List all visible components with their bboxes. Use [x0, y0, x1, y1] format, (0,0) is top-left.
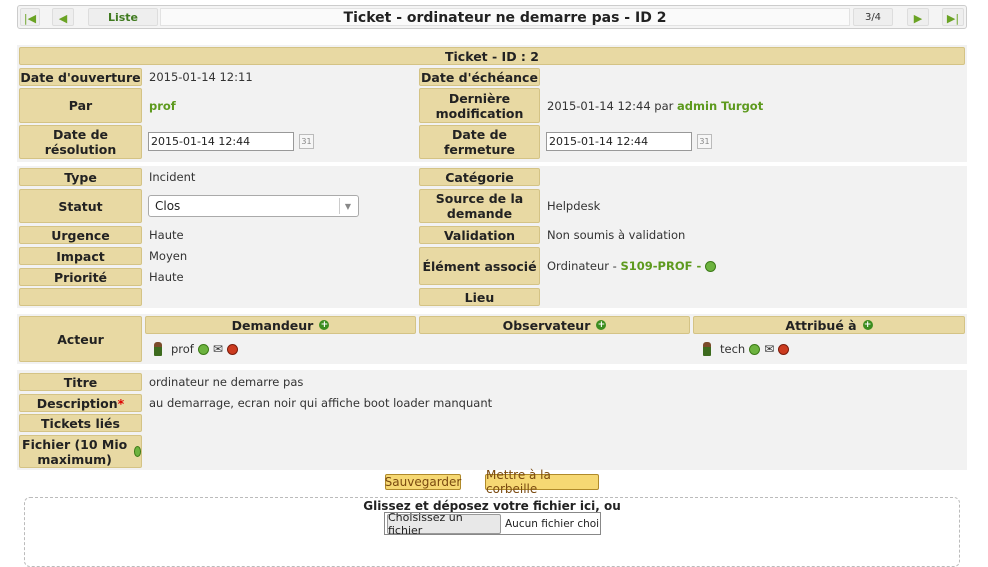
- navigation-bar: |◀ ◀ Liste Ticket - ordinateur ne demarr…: [17, 5, 967, 29]
- empty-label-cell: [19, 288, 142, 306]
- opening-date-label: Date d'ouverture: [19, 68, 142, 86]
- user-icon: [703, 342, 711, 356]
- requester-name: prof: [171, 342, 194, 356]
- file-label-cell: Fichier (10 Mio maximum): [19, 435, 142, 468]
- ticket-counter: 3/4: [853, 8, 893, 26]
- first-arrow-icon: |◀: [23, 12, 37, 25]
- search-icon[interactable]: [749, 343, 761, 355]
- prev-arrow-icon: ◀: [58, 12, 68, 25]
- no-file-text: Aucun fichier choisi: [505, 517, 599, 530]
- ticket-header: Ticket - ID : 2: [19, 47, 965, 65]
- opening-date-value: 2015-01-14 12:11: [149, 70, 253, 84]
- category-label: Catégorie: [419, 168, 540, 186]
- description-label-cell: Description *: [19, 394, 142, 412]
- chevron-down-icon: ▼: [339, 198, 356, 214]
- list-link[interactable]: Liste: [88, 8, 158, 26]
- closing-date-label: Date de fermeture: [419, 125, 540, 159]
- status-label: Statut: [19, 189, 142, 223]
- trash-button[interactable]: Mettre à la corbeille: [485, 468, 599, 496]
- validation-value: Non soumis à validation: [547, 228, 686, 242]
- impact-label: Impact: [19, 247, 142, 265]
- requester-entry: prof ✉: [154, 340, 238, 358]
- description-value: au demarrage, ecran noir qui affiche boo…: [149, 396, 493, 410]
- last-modification-value: 2015-01-14 12:44 par admin Turgot: [547, 88, 763, 123]
- search-icon[interactable]: [704, 260, 716, 272]
- last-modification-label: Dernière modification: [419, 88, 540, 123]
- page-title: Ticket - ordinateur ne demarre pas - ID …: [160, 8, 850, 26]
- next-arrow-icon: ▶: [913, 12, 923, 25]
- resolution-date-input[interactable]: 2015-01-14 12:44: [148, 132, 294, 151]
- urgency-value: Haute: [149, 228, 184, 242]
- impact-value: Moyen: [149, 249, 188, 263]
- add-requester-icon[interactable]: +: [319, 320, 330, 330]
- associated-item-type: Ordinateur -: [547, 259, 617, 273]
- linked-tickets-label: Tickets liés: [19, 414, 142, 432]
- last-arrow-icon: ▶|: [946, 12, 960, 25]
- mail-icon[interactable]: ✉: [764, 342, 774, 356]
- assigned-entry: tech ✉: [703, 340, 790, 358]
- requester-label: Demandeur: [231, 317, 314, 333]
- by-label: Par: [19, 88, 142, 123]
- save-button[interactable]: Sauvegarder: [385, 474, 461, 490]
- resolution-date-label: Date de résolution: [19, 125, 142, 159]
- next-ticket-button[interactable]: ▶: [907, 8, 929, 26]
- last-ticket-button[interactable]: ▶|: [942, 8, 964, 26]
- by-user-link[interactable]: prof: [149, 88, 176, 123]
- observer-header: Observateur +: [419, 316, 690, 334]
- description-label: Description: [36, 395, 118, 411]
- closing-date-input[interactable]: 2015-01-14 12:44: [546, 132, 692, 151]
- required-mark: *: [117, 395, 125, 411]
- choose-file-button[interactable]: Choisissez un fichier: [387, 511, 501, 537]
- status-selected-value: Clos: [155, 199, 181, 213]
- file-input[interactable]: Choisissez un fichier Aucun fichier choi…: [384, 511, 601, 537]
- first-ticket-button[interactable]: |◀: [20, 8, 40, 26]
- title-value: ordinateur ne demarre pas: [149, 375, 304, 389]
- delete-icon[interactable]: [778, 343, 790, 355]
- last-modification-user-link[interactable]: admin Turgot: [677, 99, 763, 113]
- search-icon[interactable]: [197, 343, 209, 355]
- user-icon: [154, 342, 162, 356]
- previous-ticket-button[interactable]: ◀: [52, 8, 74, 26]
- location-label: Lieu: [419, 288, 540, 306]
- closing-calendar-icon[interactable]: 31: [697, 134, 712, 149]
- assigned-label: Attribué à: [785, 317, 857, 333]
- resolution-calendar-icon[interactable]: 31: [299, 134, 314, 149]
- requester-header: Demandeur +: [145, 316, 416, 334]
- last-modification-date: 2015-01-14 12:44 par: [547, 98, 674, 113]
- type-label: Type: [19, 168, 142, 186]
- search-icon[interactable]: [133, 446, 141, 457]
- mail-icon[interactable]: ✉: [213, 342, 223, 356]
- request-source-value: Helpdesk: [547, 199, 601, 213]
- associated-item-value: Ordinateur - S109-PROF -: [547, 247, 716, 285]
- assigned-name: tech: [720, 342, 746, 356]
- title-label: Titre: [19, 373, 142, 391]
- due-date-label: Date d'échéance: [419, 68, 540, 86]
- delete-icon[interactable]: [226, 343, 238, 355]
- observer-label: Observateur: [502, 317, 591, 333]
- status-select[interactable]: Clos ▼: [148, 195, 359, 217]
- add-assigned-icon[interactable]: +: [862, 320, 873, 330]
- associated-item-link[interactable]: S109-PROF -: [620, 259, 701, 273]
- validation-label: Validation: [419, 226, 540, 244]
- priority-label: Priorité: [19, 268, 142, 286]
- request-source-label: Source de la demande: [419, 189, 540, 223]
- actor-label: Acteur: [19, 316, 142, 362]
- assigned-header: Attribué à +: [693, 316, 965, 334]
- file-label: Fichier (10 Mio maximum): [22, 436, 128, 467]
- urgency-label: Urgence: [19, 226, 142, 244]
- associated-item-label: Élément associé: [419, 247, 540, 285]
- priority-value: Haute: [149, 270, 184, 284]
- add-observer-icon[interactable]: +: [596, 320, 607, 330]
- type-value: Incident: [149, 170, 196, 184]
